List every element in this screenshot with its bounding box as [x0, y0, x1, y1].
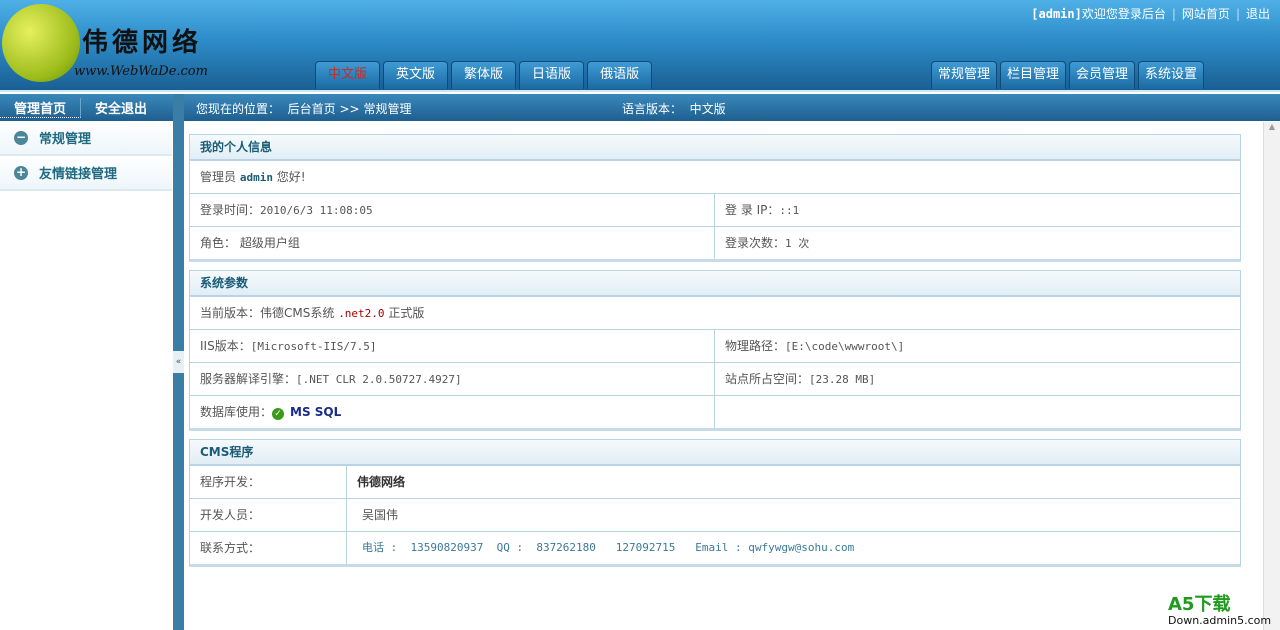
safe-exit-link[interactable]: 安全退出 [81, 98, 161, 117]
engine: 服务器解译引擎：[.NET CLR 2.0.50727.4927] [190, 363, 715, 395]
tab-russian[interactable]: 俄语版 [587, 61, 653, 89]
logo-globe-icon [2, 4, 80, 82]
plus-circle-icon: + [14, 164, 28, 180]
lang-value: 中文版 [689, 102, 726, 116]
crumb-home[interactable]: 后台首页 [288, 102, 336, 116]
sidebar-item-links[interactable]: + 友情链接管理 [0, 156, 172, 191]
iis-version: IIS版本：[Microsoft-IIS/7.5] [190, 330, 715, 362]
empty-cell [715, 396, 1240, 428]
panel-title: CMS程序 [190, 440, 1240, 465]
tab-general[interactable]: 常规管理 [931, 61, 998, 89]
sidebar-item-label: 友情链接管理 [39, 167, 118, 182]
site-space: 站点所占空间：[23.28 MB] [725, 372, 876, 386]
language-tabs: 中文版 英文版 繁体版 日语版 俄语版 [315, 61, 653, 89]
header: 伟德网络 www.WebWaDe.com [admin]欢迎您登录后台 | 网站首页… [0, 0, 1280, 92]
admin-home-link[interactable]: 管理首页 [0, 97, 82, 118]
tab-members[interactable]: 会员管理 [1069, 61, 1136, 89]
tab-english[interactable]: 英文版 [383, 61, 449, 89]
panel-title: 我的个人信息 [190, 135, 1240, 160]
admin-name: admin [239, 171, 273, 184]
logo-url: www.WebWaDe.com [74, 64, 208, 79]
tab-traditional[interactable]: 繁体版 [451, 61, 517, 89]
sidebar-item-label: 常规管理 [39, 132, 92, 147]
login-time: 登录时间：2010/6/3 11:08:05 [190, 194, 715, 226]
location-label: 您现在的位置： [196, 102, 281, 116]
lang-label: 语言版本： [622, 102, 683, 116]
contact: 电话 : 13590820937 QQ : 837262180 12709271… [362, 541, 855, 554]
tab-japanese[interactable]: 日语版 [519, 61, 585, 89]
people: 吴国伟 [362, 508, 399, 522]
tab-settings[interactable]: 系统设置 [1138, 61, 1205, 89]
watermark-url: Down.admin5.com [1168, 614, 1272, 627]
main-tabs: 常规管理 栏目管理 会员管理 系统设置 [931, 61, 1205, 89]
developer-label: 程序开发： [190, 466, 347, 498]
crumb-separator: >> [339, 102, 360, 116]
crumb-current: 常规管理 [363, 102, 412, 116]
greeting: 管理员 admin 您好! [200, 170, 306, 184]
login-count: 登录次数：1 次 [725, 236, 810, 250]
minus-circle-icon: − [14, 129, 28, 145]
collapse-sidebar-button[interactable]: « [173, 351, 184, 373]
login-ip: 登 录 IP：::1 [725, 203, 800, 217]
scroll-up-icon[interactable]: ▲ [1264, 122, 1280, 138]
username: [admin] [1031, 7, 1082, 21]
database: 数据库使用： ✓ MS SQL [190, 396, 715, 428]
tab-chinese[interactable]: 中文版 [315, 61, 381, 89]
sidebar: − 常规管理 + 友情链接管理 [0, 121, 172, 630]
role: 角色： 超级用户组 [190, 227, 715, 259]
physical-path: 物理路径：[E:\code\wwwroot\] [725, 339, 905, 353]
cms-program-panel: CMS程序 程序开发： 伟德网络 开发人员： 吴国伟 联系方式： 电话 : 13590… [189, 439, 1241, 567]
contact-label: 联系方式： [190, 532, 347, 564]
system-params-panel: 系统参数 当前版本：伟德CMS系统 .net2.0 正式版 IIS版本：[Mic… [189, 270, 1241, 431]
logo[interactable]: 伟德网络 www.WebWaDe.com [2, 2, 232, 86]
language-version: 语言版本： 中文版 [622, 100, 726, 117]
top-links: [admin]欢迎您登录后台 | 网站首页 | 退出 [1031, 7, 1270, 21]
welcome-text: 欢迎您登录后台 [1081, 7, 1166, 21]
check-icon: ✓ [272, 408, 285, 420]
nav-bar: 管理首页 安全退出 您现在的位置： 后台首页 >> 常规管理 语言版本： 中文版 [0, 94, 1280, 121]
sidebar-item-general[interactable]: − 常规管理 [0, 121, 172, 156]
people-label: 开发人员： [190, 499, 347, 531]
site-home-link[interactable]: 网站首页 [1182, 7, 1230, 21]
vertical-scrollbar[interactable]: ▲ [1263, 122, 1280, 630]
tab-columns[interactable]: 栏目管理 [1000, 61, 1067, 89]
personal-info-panel: 我的个人信息 管理员 admin 您好! 登录时间：2010/6/3 11:08… [189, 134, 1241, 262]
developer: 伟德网络 [357, 475, 406, 489]
version: 当前版本：伟德CMS系统 .net2.0 正式版 [200, 306, 425, 320]
panel-title: 系统参数 [190, 271, 1240, 296]
breadcrumb: 您现在的位置： 后台首页 >> 常规管理 [196, 100, 411, 117]
logout-link[interactable]: 退出 [1246, 7, 1270, 21]
logo-text: 伟德网络 [82, 28, 203, 58]
watermark-brand: A5下载 [1168, 594, 1231, 615]
